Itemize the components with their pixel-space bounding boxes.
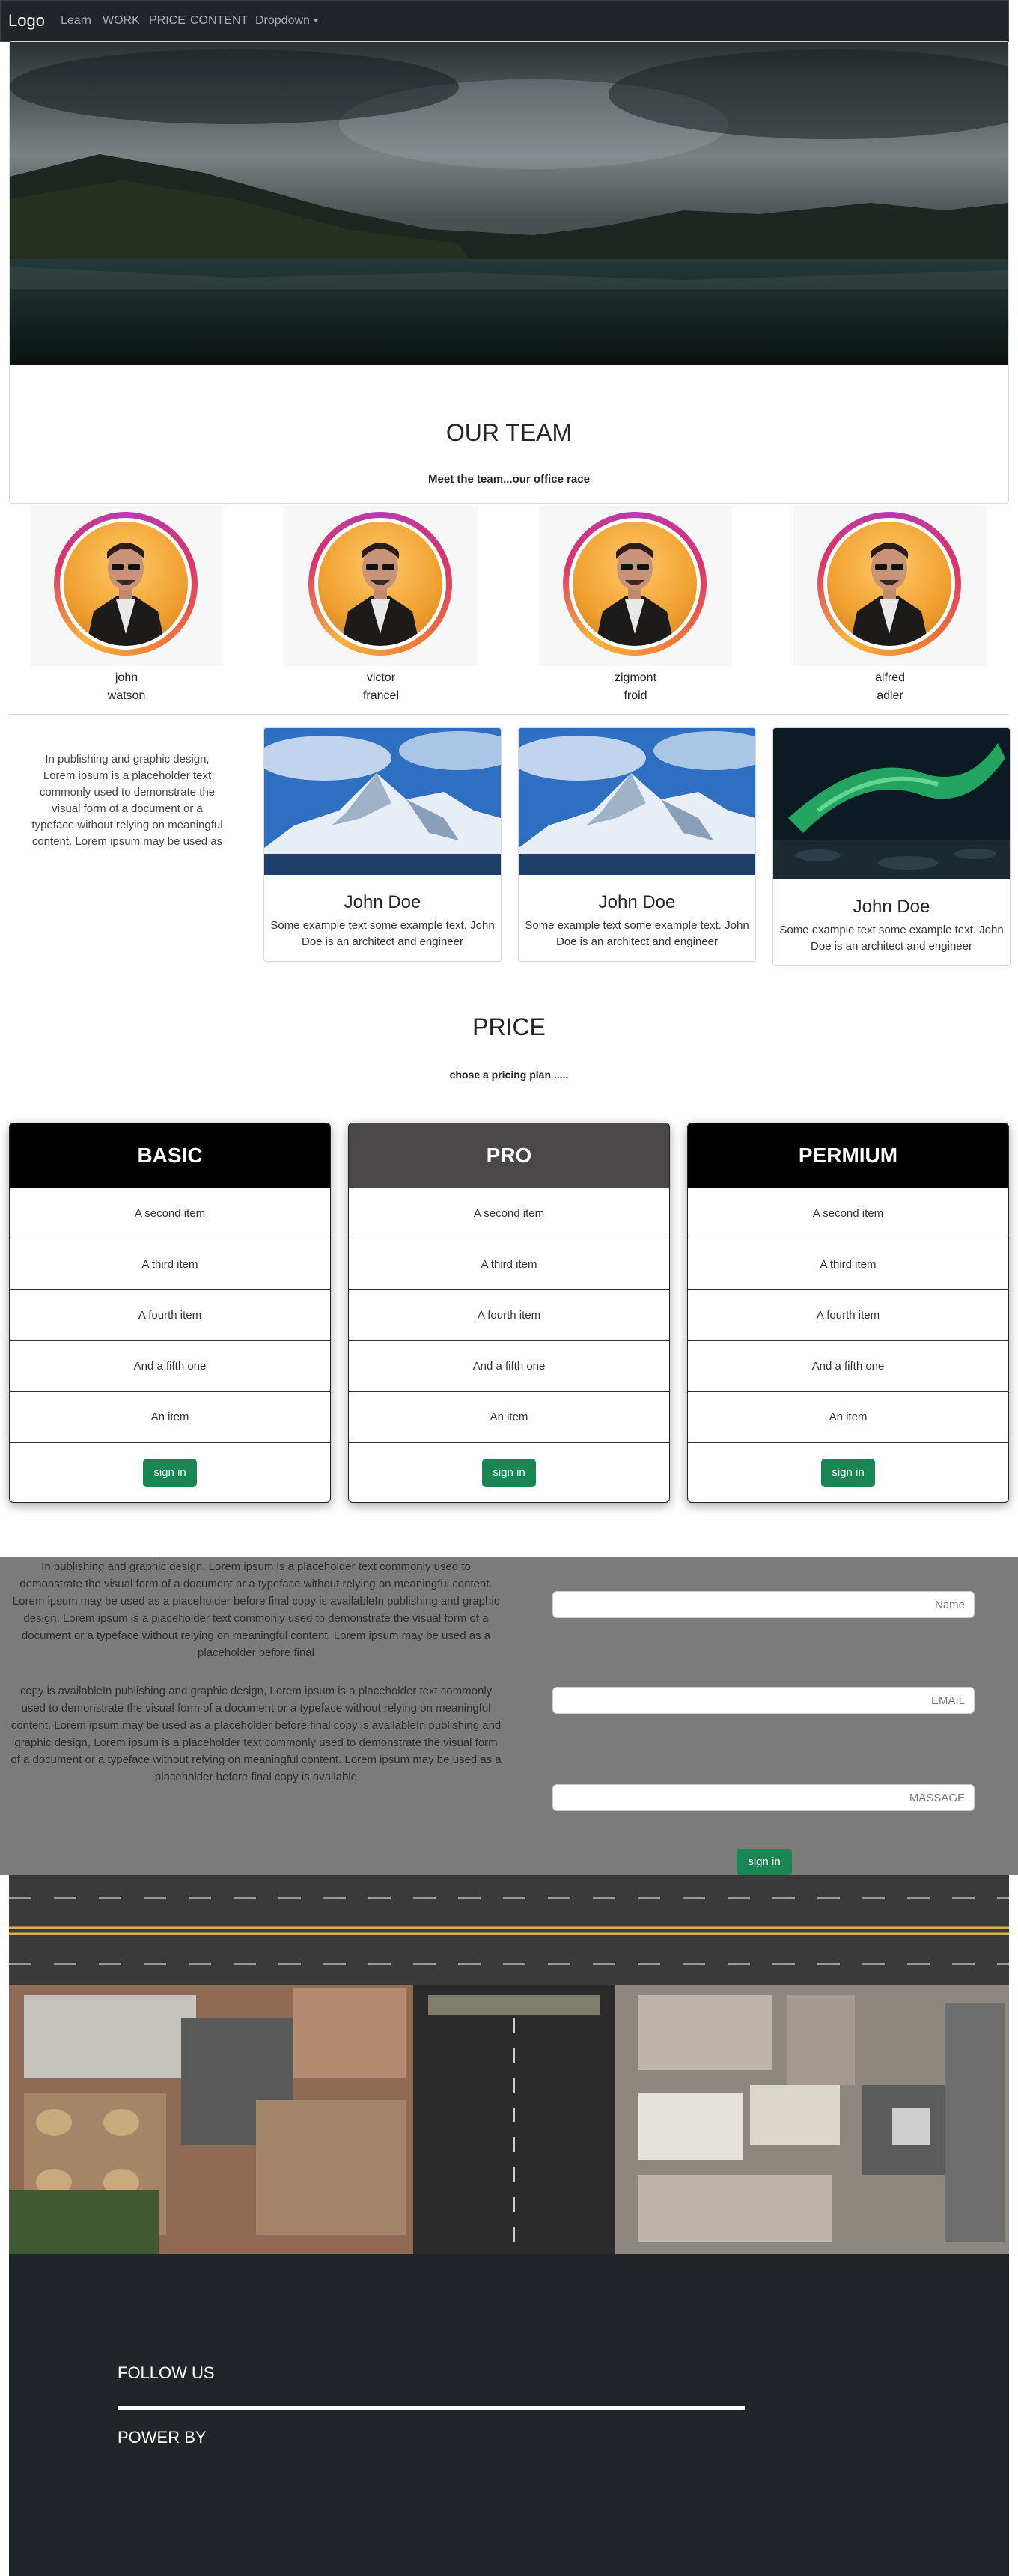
plan-footer: sign in [10,1442,330,1502]
aurora-image [773,728,1010,879]
plan-basic: BASIC A second item A third item A fourt… [9,1123,331,1503]
plan-name: PRO [349,1123,669,1188]
caret-down-icon [312,19,319,23]
follow-us-heading: FOLLOW US [118,2363,215,2382]
mountain-image [264,728,501,875]
plan-item: An item [10,1391,330,1442]
plan-item: An item [688,1391,1008,1442]
team-member-photo [284,506,478,666]
card-title: John Doe [598,892,676,912]
nav-link-work[interactable]: WORK [103,14,140,28]
card-text: Some example text some example text. Joh… [779,924,1004,953]
logo[interactable]: Logo [8,11,45,31]
profile-card: John Doe Some example text some example … [518,727,756,962]
nav-link-price[interactable]: PRICE [149,14,186,28]
plan-item: A second item [349,1188,669,1239]
avatar [817,512,961,656]
contact-section: In publishing and graphic design, Lorem … [0,1557,1018,1875]
card-text: Some example text some example text. Joh… [270,919,495,948]
message-field[interactable] [552,1784,975,1811]
navbar: Logo Learn WORK PRICE CONTENT Dropdown [0,0,1009,42]
profile-card: John Doe Some example text some example … [772,727,1011,966]
price-subtitle: chose a pricing plan ..... [449,1069,569,1081]
nav-link-content[interactable]: CONTENT [190,14,248,28]
plan-item: And a fifth one [349,1340,669,1391]
street-map-image [9,1875,1009,2254]
contact-paragraph: copy is availableIn publishing and graph… [10,1685,502,1783]
footer: FOLLOW US POWER BY [9,2254,1009,2576]
plan-item: A second item [688,1188,1008,1239]
intro-paragraph: In publishing and graphic design, Lorem … [31,753,223,848]
plan-premium: PERMIUM A second item A third item A fou… [687,1123,1009,1503]
team-member-name: alfred adler [793,669,987,705]
plan-item: And a fifth one [10,1340,330,1391]
avatar [54,512,198,656]
first-name: zigmont [614,671,657,684]
profile-card: John Doe Some example text some example … [263,727,502,962]
mountain-image [519,728,755,875]
plan-footer: sign in [688,1442,1008,1502]
avatar [308,512,452,656]
team-member-name: john watson [30,669,223,705]
nav-dropdown[interactable]: Dropdown [255,14,319,28]
last-name: froid [624,689,647,702]
sign-in-button[interactable]: sign in [821,1459,875,1487]
email-field[interactable] [552,1687,975,1714]
hero-card: OUR TEAM Meet the team...our office race [9,41,1009,504]
plan-item: A third item [688,1239,1008,1289]
card-title: John Doe [853,897,930,917]
sign-in-button[interactable]: sign in [143,1459,197,1487]
name-field[interactable] [552,1591,975,1618]
team-member-photo [793,506,987,666]
first-name: victor [366,671,396,684]
plan-item: A fourth item [688,1289,1008,1340]
hero-title: OUR TEAM [445,419,573,446]
power-by-heading: POWER BY [118,2428,207,2447]
last-name: francel [362,689,400,702]
plan-item: A second item [10,1188,330,1239]
team-member-name: victor francel [284,669,478,705]
section-divider [9,714,1009,715]
plan-item: And a fifth one [688,1340,1008,1391]
first-name: alfred [874,671,906,684]
plan-name: BASIC [10,1123,330,1188]
plan-name: PERMIUM [688,1123,1008,1188]
hero-subtitle: Meet the team...our office race [428,473,590,486]
card-text: Some example text some example text. Joh… [525,919,749,948]
first-name: john [115,671,138,684]
team-member-photo [30,506,223,666]
card-title: John Doe [344,892,421,912]
plan-item: An item [349,1391,669,1442]
team-member-name: zigmont froid [539,669,732,705]
plan-footer: sign in [349,1442,669,1502]
avatar [563,512,707,656]
sign-in-button[interactable]: sign in [482,1459,536,1487]
plan-pro: PRO A second item A third item A fourth … [348,1123,670,1503]
plan-item: A fourth item [10,1289,330,1340]
hero-lake-image [10,42,1008,365]
team-member-photo [539,506,732,666]
footer-divider [118,2406,745,2410]
contact-paragraph: In publishing and graphic design, Lorem … [12,1560,500,1659]
plan-item: A third item [10,1239,330,1289]
price-title: PRICE [472,1013,546,1040]
last-name: adler [877,689,903,702]
last-name: watson [107,689,146,702]
plan-item: A fourth item [349,1289,669,1340]
plan-item: A third item [349,1239,669,1289]
nav-dropdown-label: Dropdown [255,14,310,27]
nav-link-learn[interactable]: Learn [61,14,91,28]
sign-in-button[interactable]: sign in [737,1849,792,1875]
